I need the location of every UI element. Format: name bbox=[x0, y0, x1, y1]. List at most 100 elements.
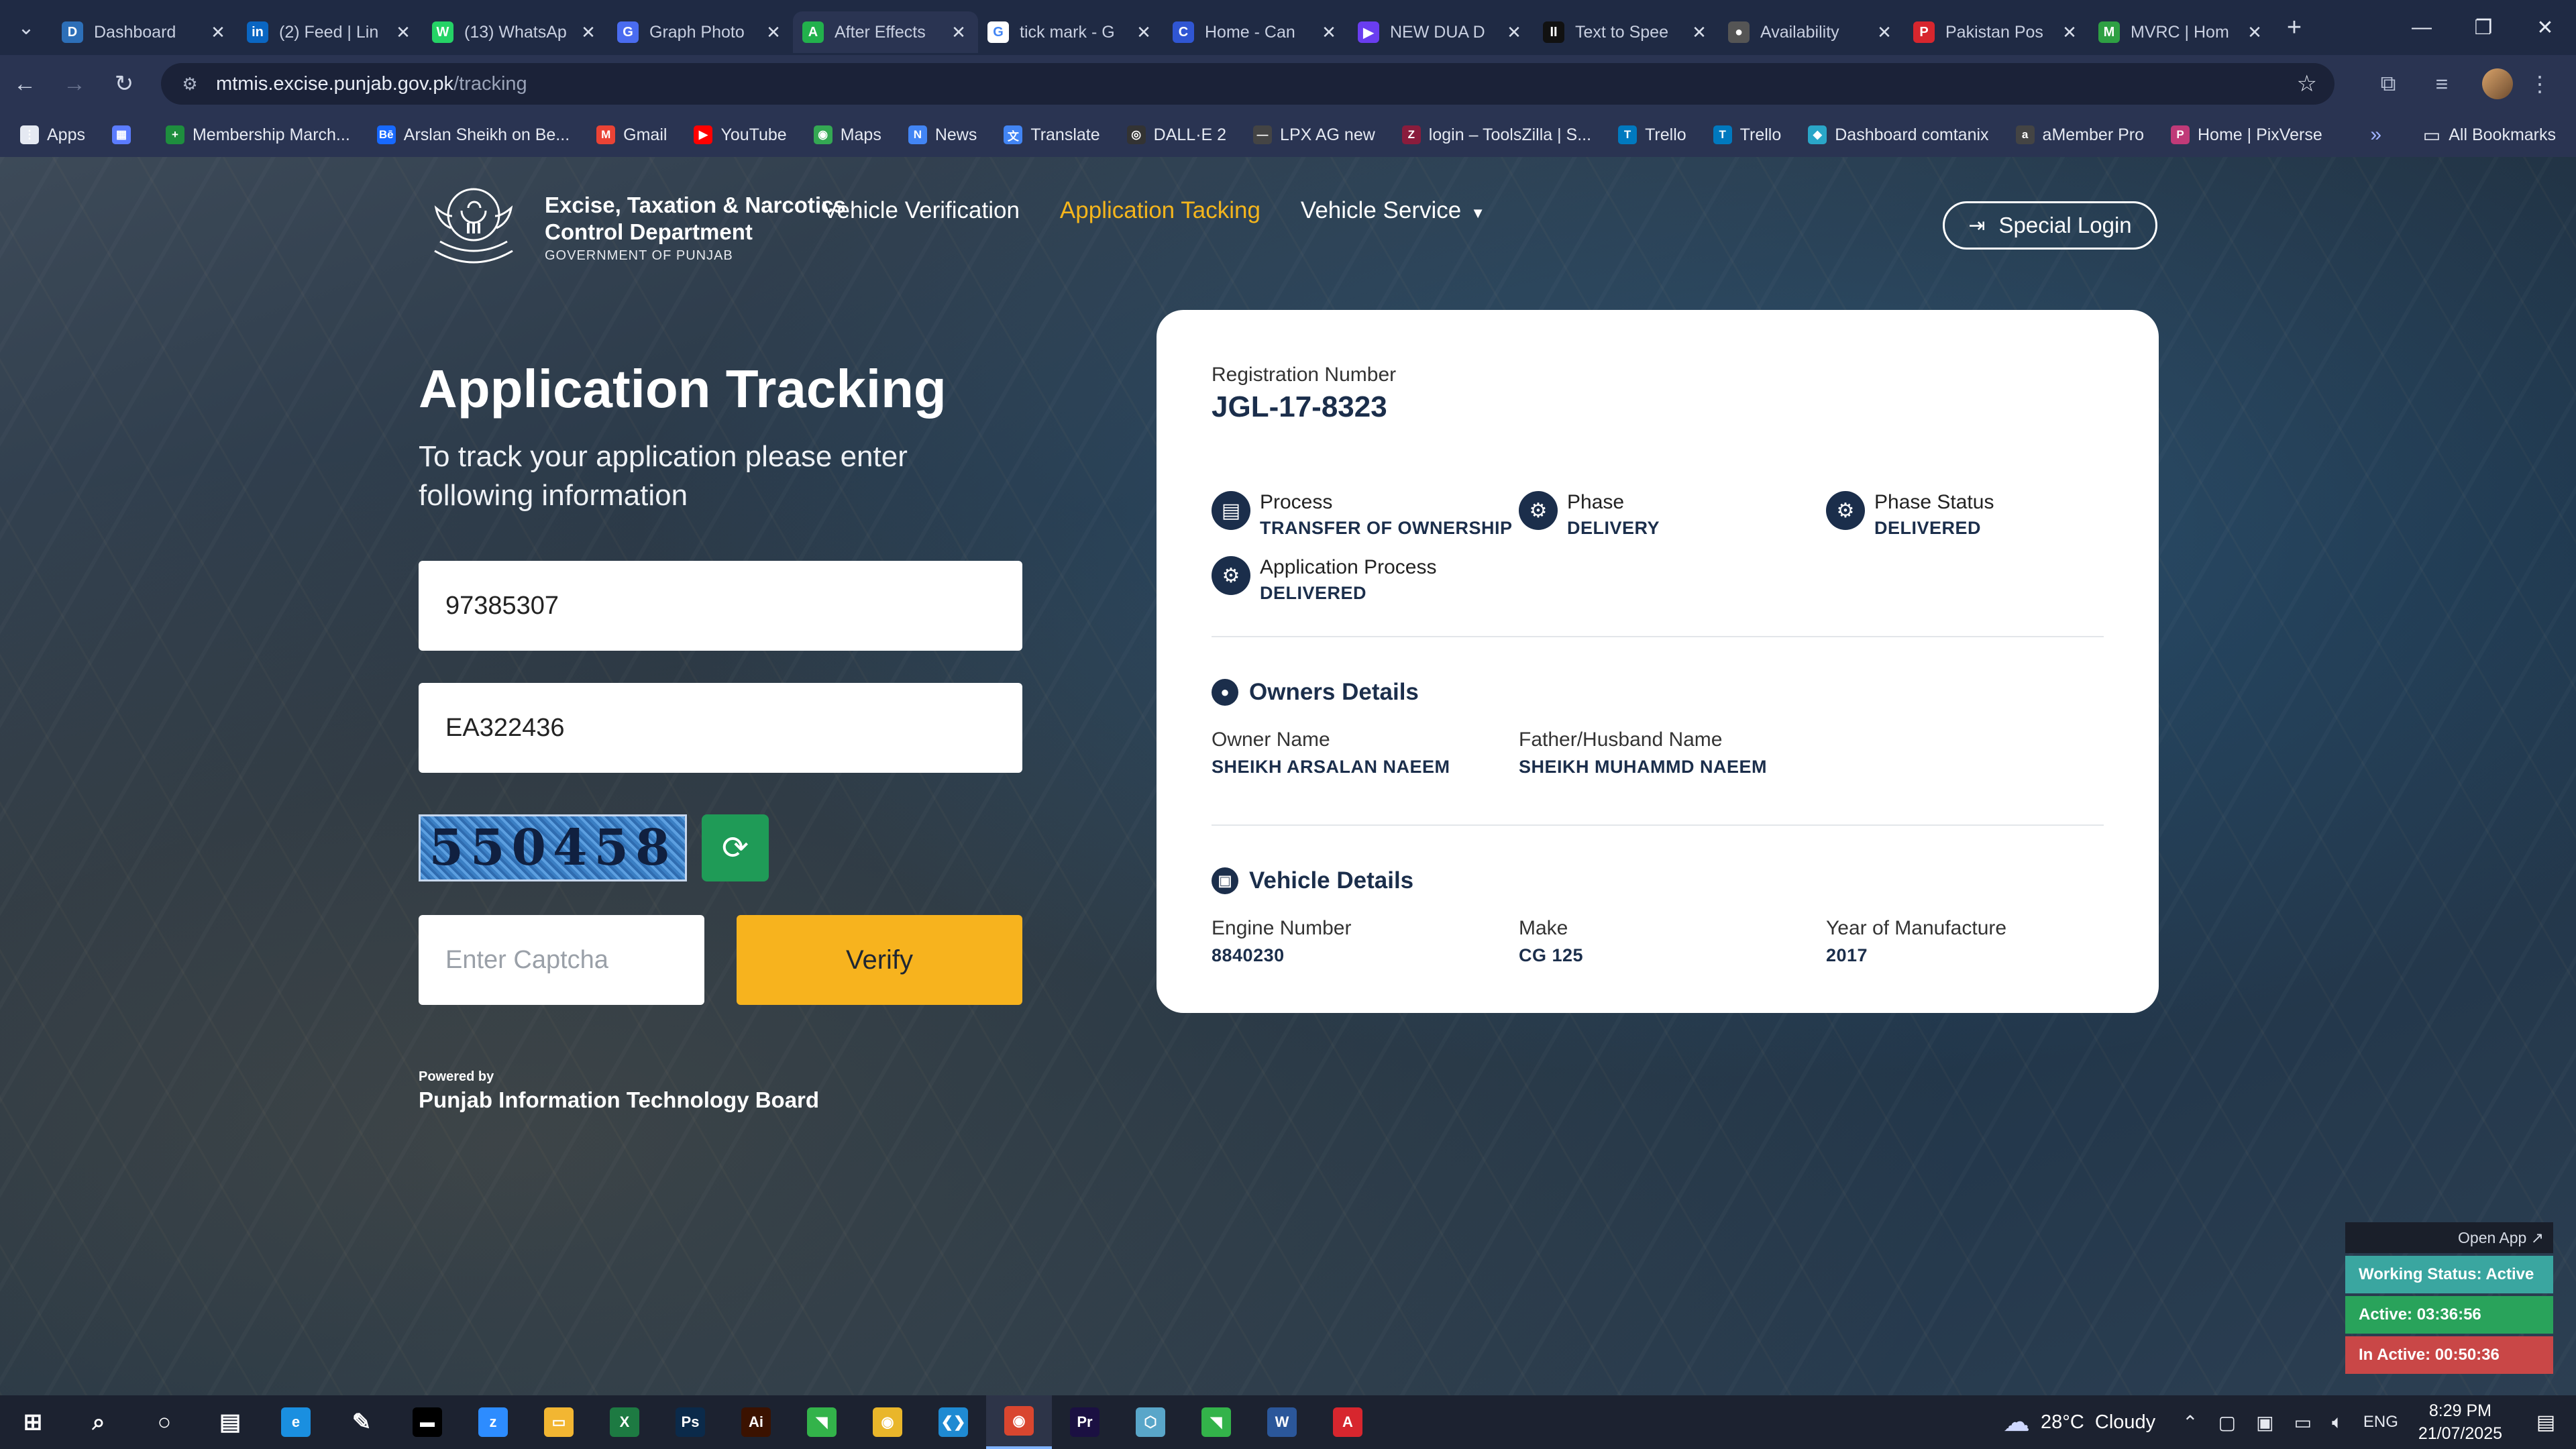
back-icon[interactable]: ← bbox=[0, 55, 50, 113]
minimize-icon[interactable]: — bbox=[2391, 0, 2453, 55]
bookmark-item[interactable]: — LPX AG new bbox=[1253, 125, 1375, 145]
special-login-button[interactable]: ⇥ Special Login bbox=[1943, 201, 2157, 250]
browser-tab[interactable]: W (13) WhatsAp ✕ bbox=[423, 11, 608, 53]
bookmark-item[interactable]: a aMember Pro bbox=[2015, 125, 2144, 145]
browser-tab[interactable]: G Graph Photo ✕ bbox=[608, 11, 793, 53]
open-app-link[interactable]: Open App ↗ bbox=[2345, 1222, 2553, 1253]
taskbar-button[interactable]: ⬡ bbox=[1118, 1395, 1183, 1449]
browser-menu-icon[interactable]: ⋮ bbox=[2526, 71, 2553, 97]
taskbar-button[interactable]: ○ bbox=[131, 1395, 197, 1449]
bookmark-item[interactable]: M Gmail bbox=[596, 125, 667, 145]
site-info-icon[interactable]: ⚙ bbox=[178, 72, 201, 95]
bookmark-item[interactable]: Bē Arslan Sheikh on Be... bbox=[376, 125, 570, 145]
taskbar-button[interactable]: ◥ bbox=[1183, 1395, 1249, 1449]
browser-tab[interactable]: II Text to Spee ✕ bbox=[1534, 11, 1719, 53]
tab-close-icon[interactable]: ✕ bbox=[949, 22, 969, 43]
tab-close-icon[interactable]: ✕ bbox=[1689, 22, 1709, 43]
bookmark-item[interactable]: Zlogin – ToolsZilla | S... bbox=[1401, 125, 1591, 145]
browser-tab[interactable]: A After Effects ✕ bbox=[793, 11, 978, 53]
tab-title: Dashboard bbox=[94, 22, 176, 42]
bookmark-item[interactable]: ▶ YouTube bbox=[694, 125, 787, 145]
bookmark-item[interactable]: ◎ DALL·E 2 bbox=[1126, 125, 1226, 145]
taskbar-button[interactable]: e bbox=[263, 1395, 329, 1449]
restore-icon[interactable]: ❐ bbox=[2453, 0, 2514, 55]
tab-close-icon[interactable]: ✕ bbox=[393, 22, 413, 43]
bookmark-item[interactable]: 文 Translate bbox=[1004, 125, 1100, 145]
bookmark-item[interactable]: + Membership March... bbox=[165, 125, 350, 145]
reload-icon[interactable]: ↻ bbox=[99, 55, 149, 113]
bookmark-item[interactable]: T Trello bbox=[1713, 125, 1781, 145]
taskbar-button[interactable]: ◉ bbox=[855, 1395, 920, 1449]
taskbar-button[interactable]: W bbox=[1249, 1395, 1315, 1449]
bookmark-item[interactable]: ◆ Dashboard comtanix bbox=[1808, 125, 1989, 145]
tab-search-icon[interactable]: ⌄ bbox=[0, 0, 52, 55]
tab-close-icon[interactable]: ✕ bbox=[763, 22, 784, 43]
taskbar-button[interactable]: z bbox=[460, 1395, 526, 1449]
weather-widget[interactable]: ☁ 28°C Cloudy bbox=[2003, 1407, 2155, 1438]
forward-icon[interactable]: → bbox=[50, 55, 99, 113]
tab-close-icon[interactable]: ✕ bbox=[1319, 22, 1339, 43]
media-icon[interactable]: ≡ bbox=[2415, 72, 2469, 97]
taskbar-button[interactable]: X bbox=[592, 1395, 657, 1449]
bookmark-item[interactable]: N News bbox=[908, 125, 977, 145]
nav-application-tracking[interactable]: Application Tacking bbox=[1060, 197, 1260, 224]
browser-tab[interactable]: Gtick mark - G ✕ bbox=[978, 11, 1163, 53]
extensions-icon[interactable]: ⧉ bbox=[2361, 71, 2415, 97]
clock[interactable]: 8:29 PM 21/07/2025 bbox=[2418, 1399, 2502, 1445]
taskbar-button[interactable]: ▬ bbox=[394, 1395, 460, 1449]
new-tab-button[interactable]: + bbox=[2274, 13, 2314, 42]
tab-close-icon[interactable]: ✕ bbox=[1134, 22, 1154, 43]
taskbar-button[interactable]: Pr bbox=[1052, 1395, 1118, 1449]
browser-tab[interactable]: ● Availability ✕ bbox=[1719, 11, 1904, 53]
notifications-icon[interactable]: ▤ bbox=[2522, 1411, 2569, 1434]
more-bookmarks-icon[interactable]: » bbox=[2370, 123, 2381, 146]
close-window-icon[interactable]: ✕ bbox=[2514, 0, 2576, 55]
tab-close-icon[interactable]: ✕ bbox=[2245, 22, 2265, 43]
taskbar-button[interactable]: A bbox=[1315, 1395, 1381, 1449]
taskbar-button[interactable]: ⊞ bbox=[0, 1395, 66, 1449]
profile-avatar[interactable] bbox=[2482, 68, 2513, 99]
taskbar-button[interactable]: Ps bbox=[657, 1395, 723, 1449]
url-input[interactable]: ⚙ mtmis.excise.punjab.gov.pk/tracking ☆ bbox=[161, 63, 2334, 105]
browser-tab[interactable]: C Home - Can ✕ bbox=[1163, 11, 1348, 53]
bookmark-item[interactable]: T Trello bbox=[1618, 125, 1686, 145]
bookmark-item[interactable]: P Home | PixVerse bbox=[2171, 125, 2322, 145]
site-logo-link[interactable]: Excise, Taxation & Narcotics Control Dep… bbox=[420, 181, 846, 274]
browser-tab[interactable]: P Pakistan Pos ✕ bbox=[1904, 11, 2089, 53]
cnic-input[interactable]: EA322436 bbox=[419, 683, 1022, 773]
browser-tab[interactable]: in (2) Feed | Lin ✕ bbox=[237, 11, 423, 53]
bookmark-star-icon[interactable]: ☆ bbox=[2297, 70, 2317, 97]
taskbar-button[interactable]: ▭ bbox=[526, 1395, 592, 1449]
browser-tab[interactable]: D Dashboard ✕ bbox=[52, 11, 237, 53]
taskbar-button[interactable]: ❮❯ bbox=[920, 1395, 986, 1449]
refresh-captcha-button[interactable]: ⟳ bbox=[702, 814, 769, 881]
all-bookmarks-button[interactable]: ▭ All Bookmarks bbox=[2423, 124, 2556, 146]
language-indicator[interactable]: ENG bbox=[2363, 1413, 2398, 1432]
meet-icon[interactable]: ▢ bbox=[2218, 1411, 2236, 1434]
taskbar-button[interactable]: ⌕ bbox=[66, 1395, 131, 1449]
nav-vehicle-service[interactable]: Vehicle Service ▼ bbox=[1301, 197, 1485, 224]
taskbar-button[interactable]: ▤ bbox=[197, 1395, 263, 1449]
captcha-input[interactable]: Enter Captcha bbox=[419, 915, 704, 1005]
taskbar-button[interactable]: ◉ bbox=[986, 1395, 1052, 1449]
network-icon[interactable]: ▭ bbox=[2294, 1411, 2312, 1434]
tab-close-icon[interactable]: ✕ bbox=[208, 22, 228, 43]
taskbar-button[interactable]: Ai bbox=[723, 1395, 789, 1449]
verify-button[interactable]: Verify bbox=[737, 915, 1022, 1005]
bookmark-item[interactable]: ⋮ Apps bbox=[20, 125, 85, 145]
bookmark-item[interactable]: ◉ Maps bbox=[813, 125, 881, 145]
application-number-input[interactable]: 97385307 bbox=[419, 561, 1022, 651]
taskbar-button[interactable]: ✎ bbox=[329, 1395, 394, 1449]
tab-close-icon[interactable]: ✕ bbox=[1504, 22, 1524, 43]
tab-close-icon[interactable]: ✕ bbox=[2059, 22, 2080, 43]
tab-close-icon[interactable]: ✕ bbox=[578, 22, 598, 43]
taskbar-button[interactable]: ◥ bbox=[789, 1395, 855, 1449]
tab-close-icon[interactable]: ✕ bbox=[1874, 22, 1894, 43]
browser-tab[interactable]: M MVRC | Hom ✕ bbox=[2089, 11, 2274, 53]
volume-icon[interactable]: 🔈︎ bbox=[2332, 1411, 2343, 1434]
camera-icon[interactable]: ▣ bbox=[2256, 1411, 2273, 1434]
nav-vehicle-verification[interactable]: Vehicle Verification bbox=[822, 197, 1020, 224]
browser-tab[interactable]: ▶ NEW DUA D ✕ bbox=[1348, 11, 1534, 53]
bookmark-item[interactable]: ▦ bbox=[111, 125, 139, 144]
chevron-up-icon[interactable]: ⌃ bbox=[2182, 1411, 2198, 1434]
